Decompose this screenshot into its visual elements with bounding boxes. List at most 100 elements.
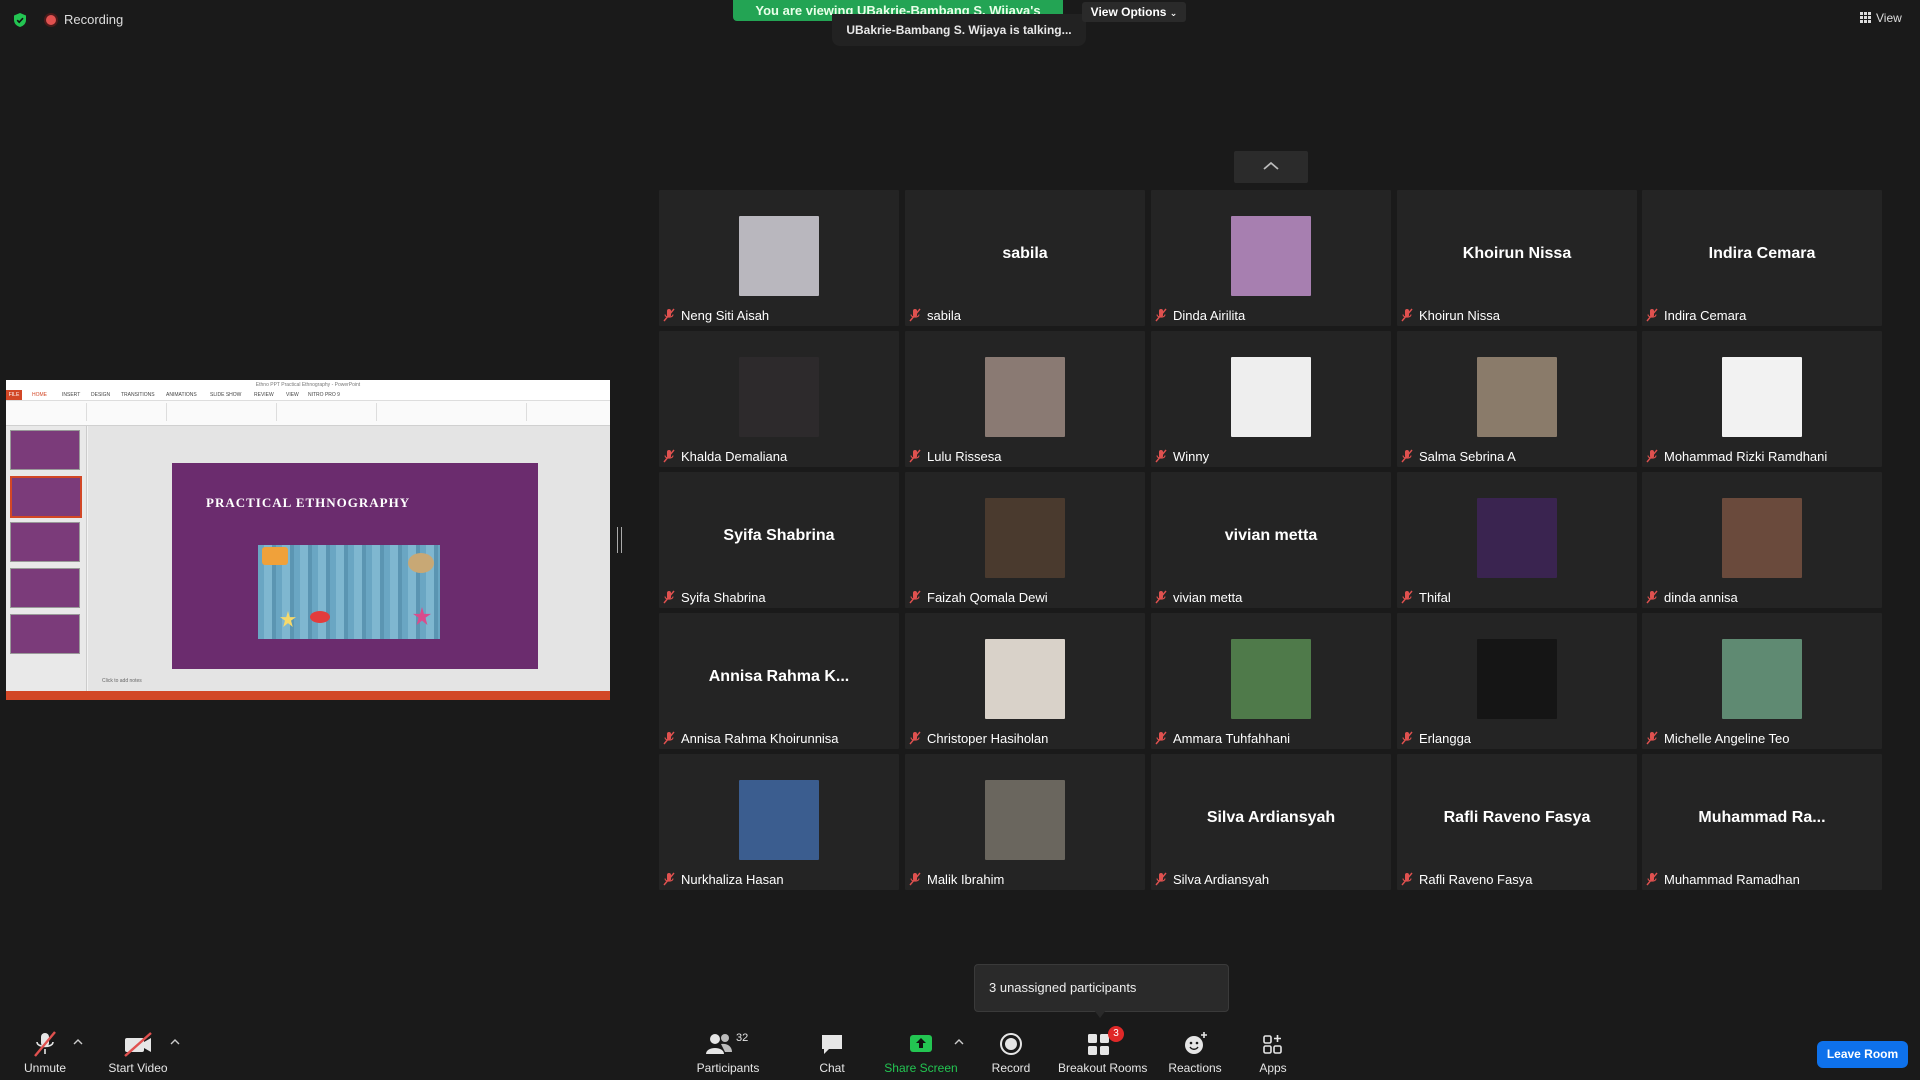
participant-tile[interactable]: Khalda Demaliana — [659, 331, 899, 467]
participant-tile[interactable]: Winny — [1151, 331, 1391, 467]
unassigned-participants-tooltip[interactable]: 3 unassigned participants — [974, 964, 1229, 1012]
powerpoint-status-bar — [6, 691, 610, 700]
muted-microphone-icon — [34, 1031, 56, 1057]
participant-name: Syifa Shabrina — [681, 589, 766, 605]
participant-tile[interactable]: Annisa Rahma K... Annisa Rahma Khoirunnis… — [659, 613, 899, 749]
notes-placeholder: Click to add notes — [102, 678, 142, 684]
ribbon-tab: SLIDE SHOW — [210, 392, 242, 398]
participant-tile[interactable]: Lulu Rissesa — [905, 331, 1145, 467]
view-button[interactable]: View — [1860, 11, 1902, 25]
participant-tile[interactable]: Khoirun Nissa Khoirun Nissa — [1397, 190, 1637, 326]
participant-name-label: Nurkhaliza Hasan — [663, 870, 784, 888]
shared-screen[interactable]: Ethno PPT Practical Ethnography - PowerP… — [6, 380, 610, 700]
participant-tile[interactable]: Thifal — [1397, 472, 1637, 608]
slide: PRACTICAL ETHNOGRAPHY — [172, 463, 538, 669]
reactions-icon — [1185, 1032, 1207, 1054]
tooltip-caret — [1094, 1010, 1106, 1018]
view-options-button[interactable]: View Options ⌄ — [1082, 2, 1186, 22]
participant-name: Thifal — [1419, 589, 1451, 605]
participant-avatar — [985, 357, 1065, 437]
participant-name: Mohammad Rizki Ramdhani — [1664, 448, 1828, 464]
share-screen-label: Share Screen — [884, 1061, 958, 1075]
chevron-up-icon — [1263, 161, 1279, 170]
participant-tile[interactable]: Christoper Hasiholan — [905, 613, 1145, 749]
ribbon-tab: ANIMATIONS — [166, 392, 197, 398]
participant-name: Faizah Qomala Dewi — [927, 589, 1048, 605]
participant-tile[interactable]: Michelle Angeline Teo — [1642, 613, 1882, 749]
participant-name-label: Annisa Rahma Khoirunnisa — [663, 729, 839, 747]
participant-avatar — [985, 780, 1065, 860]
encryption-shield-icon[interactable] — [12, 12, 28, 28]
participant-name-label: Lulu Rissesa — [909, 447, 1001, 465]
breakout-rooms-button[interactable]: 3 Breakout Rooms — [1058, 1026, 1147, 1075]
share-screen-button[interactable]: Share Screen — [884, 1030, 958, 1075]
share-options-chevron-icon[interactable] — [954, 1038, 964, 1046]
participant-tile[interactable]: vivian metta vivian metta — [1151, 472, 1391, 608]
split-view-handle[interactable] — [617, 527, 622, 553]
participant-tile[interactable]: sabila sabila — [905, 190, 1145, 326]
participant-tile[interactable]: Silva Ardiansyah Silva Ardiansyah — [1151, 754, 1391, 890]
participant-name-label: sabila — [909, 306, 961, 324]
chat-button[interactable]: Chat — [810, 1030, 854, 1075]
muted-microphone-icon — [1646, 872, 1658, 886]
participant-tile[interactable]: Erlangga — [1397, 613, 1637, 749]
participant-name-label: Khalda Demaliana — [663, 447, 787, 465]
participant-tile[interactable]: Rafli Raveno Fasya Rafli Raveno Fasya — [1397, 754, 1637, 890]
participant-avatar — [1231, 639, 1311, 719]
muted-microphone-icon — [1401, 449, 1413, 463]
participant-tile[interactable]: Mohammad Rizki Ramdhani — [1642, 331, 1882, 467]
participant-avatar — [1477, 357, 1557, 437]
participant-tile[interactable]: Salma Sebrina A — [1397, 331, 1637, 467]
participant-name-label: Neng Siti Aisah — [663, 306, 769, 324]
ribbon-tabs: FILE HOME INSERT DESIGN TRANSITIONS ANIM… — [6, 390, 610, 401]
participant-tile[interactable]: Muhammad Ra... Muhammad Ramadhan — [1642, 754, 1882, 890]
participant-tile[interactable]: Syifa Shabrina Syifa Shabrina — [659, 472, 899, 608]
ribbon-tab: INSERT — [62, 392, 81, 398]
start-video-button[interactable]: Start Video — [105, 1030, 171, 1075]
muted-microphone-icon — [1646, 449, 1658, 463]
ribbon-tab: HOME — [32, 392, 47, 398]
participant-tile[interactable]: Indira Cemara Indira Cemara — [1642, 190, 1882, 326]
participant-tile[interactable]: Dinda Airilita — [1151, 190, 1391, 326]
slide-thumbnail — [10, 476, 82, 518]
reactions-button[interactable]: Reactions — [1166, 1030, 1224, 1075]
participant-name: Winny — [1173, 448, 1210, 464]
participant-name: Neng Siti Aisah — [681, 307, 770, 323]
participant-tile[interactable]: Neng Siti Aisah — [659, 190, 899, 326]
participant-name-label: Erlangga — [1401, 729, 1471, 747]
participant-name: Nurkhaliza Hasan — [681, 871, 784, 887]
muted-microphone-icon — [1155, 872, 1167, 886]
record-button[interactable]: Record — [989, 1030, 1033, 1075]
audio-options-chevron-icon[interactable] — [73, 1038, 83, 1046]
participant-tile[interactable]: dinda annisa — [1642, 472, 1882, 608]
participant-tile[interactable]: Malik Ibrahim — [905, 754, 1145, 890]
apps-button[interactable]: Apps — [1254, 1030, 1292, 1075]
slide-thumbnails-panel — [6, 426, 87, 691]
ribbon-tab: TRANSITIONS — [121, 392, 155, 398]
participant-name-label: Faizah Qomala Dewi — [909, 588, 1048, 606]
participant-name: Salma Sebrina A — [1419, 448, 1516, 464]
participant-name-label: Thifal — [1401, 588, 1451, 606]
muted-microphone-icon — [663, 449, 675, 463]
ribbon-toolbar — [6, 401, 610, 426]
participant-tile[interactable]: Faizah Qomala Dewi — [905, 472, 1145, 608]
reactions-label: Reactions — [1168, 1061, 1222, 1075]
participant-name: Khoirun Nissa — [1419, 307, 1500, 323]
collapse-gallery-button[interactable] — [1234, 151, 1308, 183]
muted-microphone-icon — [909, 449, 921, 463]
participants-button[interactable]: 32 Participants — [694, 1030, 762, 1075]
participant-name: Annisa Rahma Khoirunnisa — [681, 730, 839, 746]
participant-name-label: Ammara Tuhfahhani — [1155, 729, 1290, 747]
participant-tile[interactable]: Ammara Tuhfahhani — [1151, 613, 1391, 749]
muted-microphone-icon — [909, 308, 921, 322]
apps-label: Apps — [1259, 1061, 1287, 1075]
video-options-chevron-icon[interactable] — [170, 1038, 180, 1046]
muted-microphone-icon — [1401, 872, 1413, 886]
unmute-button[interactable]: Unmute — [20, 1030, 70, 1075]
record-icon — [1000, 1033, 1022, 1055]
leave-room-button[interactable]: Leave Room — [1817, 1041, 1908, 1068]
ribbon-tab: NITRO PRO 9 — [308, 392, 340, 398]
muted-microphone-icon — [1401, 590, 1413, 604]
participant-tile[interactable]: Nurkhaliza Hasan — [659, 754, 899, 890]
participant-name: dinda annisa — [1664, 589, 1738, 605]
